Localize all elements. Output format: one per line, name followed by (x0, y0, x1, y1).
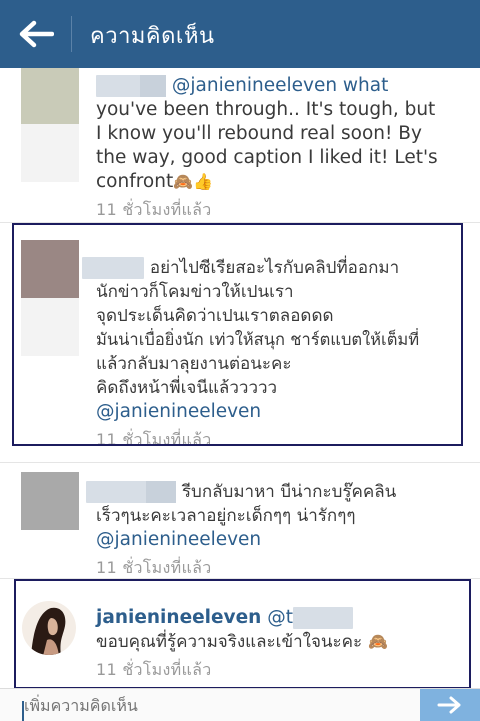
comment-line: ขอบคุณที่รู้ความจริงและเข้าใจนะคะ 🙈 (96, 630, 462, 654)
comment-body: รีบกลับมาหา บีน่ากะบรู๊คคลิน เร็วๆนะคะเว… (86, 480, 462, 580)
comment-line: คิดถึงหน้าพี่เจนีแล้ววววว (96, 378, 278, 398)
comment-line: @janienineeleven what (96, 74, 462, 98)
header-separator (71, 16, 72, 52)
censored-username (82, 257, 144, 279)
profile-photo-icon (22, 601, 76, 655)
comment-text: ขอบคุณที่รู้ความจริงและเข้าใจนะคะ (96, 632, 363, 652)
comment-username[interactable]: janienineeleven (96, 607, 261, 628)
timestamp: 11 ชั่วโมงที่แล้ว (96, 558, 212, 577)
comment-line: the way, good caption I liked it! Let's (96, 147, 438, 168)
top-app-bar: ความคิดเห็น (0, 0, 480, 68)
comment-line: confront🙈👍 (96, 170, 462, 194)
avatar[interactable] (21, 472, 79, 530)
avatar[interactable] (21, 600, 77, 660)
comment-body: อย่าไปซีเรียสอะไรกับคลิปที่ออกมา นักข่าว… (82, 256, 462, 452)
censored-username (96, 75, 166, 97)
comment-body: @janienineeleven what you've been throug… (96, 74, 462, 222)
comment-item[interactable]: อย่าไปซีเรียสอะไรกับคลิปที่ออกมา นักข่าว… (0, 238, 480, 449)
censored-username (292, 607, 353, 629)
comment-line: แล้วกลับมาลุยงานต่อนะคะ (96, 354, 292, 374)
comment-line: จุดประเด็นคิดว่าเปนเราตลอดดด (96, 306, 334, 326)
avatar-placeholder (21, 298, 79, 356)
comment-item[interactable]: รีบกลับมาหา บีน่ากะบรู๊คคลิน เร็วๆนะคะเว… (0, 468, 480, 578)
page-title: ความคิดเห็น (90, 24, 215, 49)
comment-line: janienineeleven @t (96, 606, 462, 630)
censored-username (86, 481, 176, 503)
divider (0, 578, 480, 579)
back-button[interactable] (14, 14, 58, 54)
mention-link[interactable]: @janienineeleven (96, 400, 462, 424)
comment-line: I know you'll rebound real soon! By (96, 123, 422, 144)
avatar-image (21, 240, 79, 298)
avatar[interactable] (21, 240, 79, 356)
reply-mention[interactable]: @t (267, 607, 293, 628)
emoji: 🙈👍 (173, 172, 214, 191)
comment-item[interactable]: @janienineeleven what you've been throug… (0, 68, 480, 223)
comment-input-bar (0, 688, 480, 721)
emoji: 🙈 (368, 632, 388, 651)
comment-text: อย่าไปซีเรียสอะไรกับคลิปที่ออกมา (149, 258, 400, 278)
timestamp: 11 ชั่วโมงที่แล้ว (96, 430, 212, 449)
comment-input[interactable] (22, 693, 406, 721)
comment-body: janienineeleven @t ขอบคุณที่รู้ความจริงแ… (96, 606, 462, 682)
mention-link[interactable]: @janienineeleven (96, 528, 462, 552)
avatar-image (21, 68, 79, 124)
avatar-placeholder (21, 124, 79, 182)
comment-line: นักข่าวก็โคมข่าวให้เปนเรา (96, 282, 294, 302)
avatar-image (21, 472, 79, 530)
divider (0, 222, 480, 223)
back-arrow-icon (19, 20, 54, 48)
send-arrow-icon (437, 696, 461, 714)
divider (0, 462, 480, 463)
comment-item[interactable]: janienineeleven @t ขอบคุณที่รู้ความจริงแ… (0, 586, 480, 686)
comment-line: รีบกลับมาหา บีน่ากะบรู๊คคลิน (86, 480, 462, 504)
comment-line: มันน่าเบื่อยิ่งนัก เท่วให้สนุก ชาร์ตแบตใ… (96, 330, 420, 349)
comment-text: confront (96, 171, 174, 192)
comment-line: you've been through.. It's tough, but (96, 99, 436, 120)
avatar[interactable] (21, 68, 79, 182)
comment-line: อย่าไปซีเรียสอะไรกับคลิปที่ออกมา (82, 256, 462, 280)
send-button[interactable] (420, 689, 480, 721)
comment-line: เร็วๆนะคะเวลาอยู่กะเด็กๆๆ น่ารักๆๆ (96, 506, 356, 526)
timestamp: 11 ชั่วโมงที่แล้ว (96, 200, 212, 219)
mention-link[interactable]: @janienineeleven what (172, 75, 388, 96)
comment-list[interactable]: @janienineeleven what you've been throug… (0, 68, 480, 688)
comment-text: รีบกลับมาหา บีน่ากะบรู๊คคลิน (181, 482, 397, 502)
timestamp: 11 ชั่วโมงที่แล้ว (96, 660, 212, 679)
